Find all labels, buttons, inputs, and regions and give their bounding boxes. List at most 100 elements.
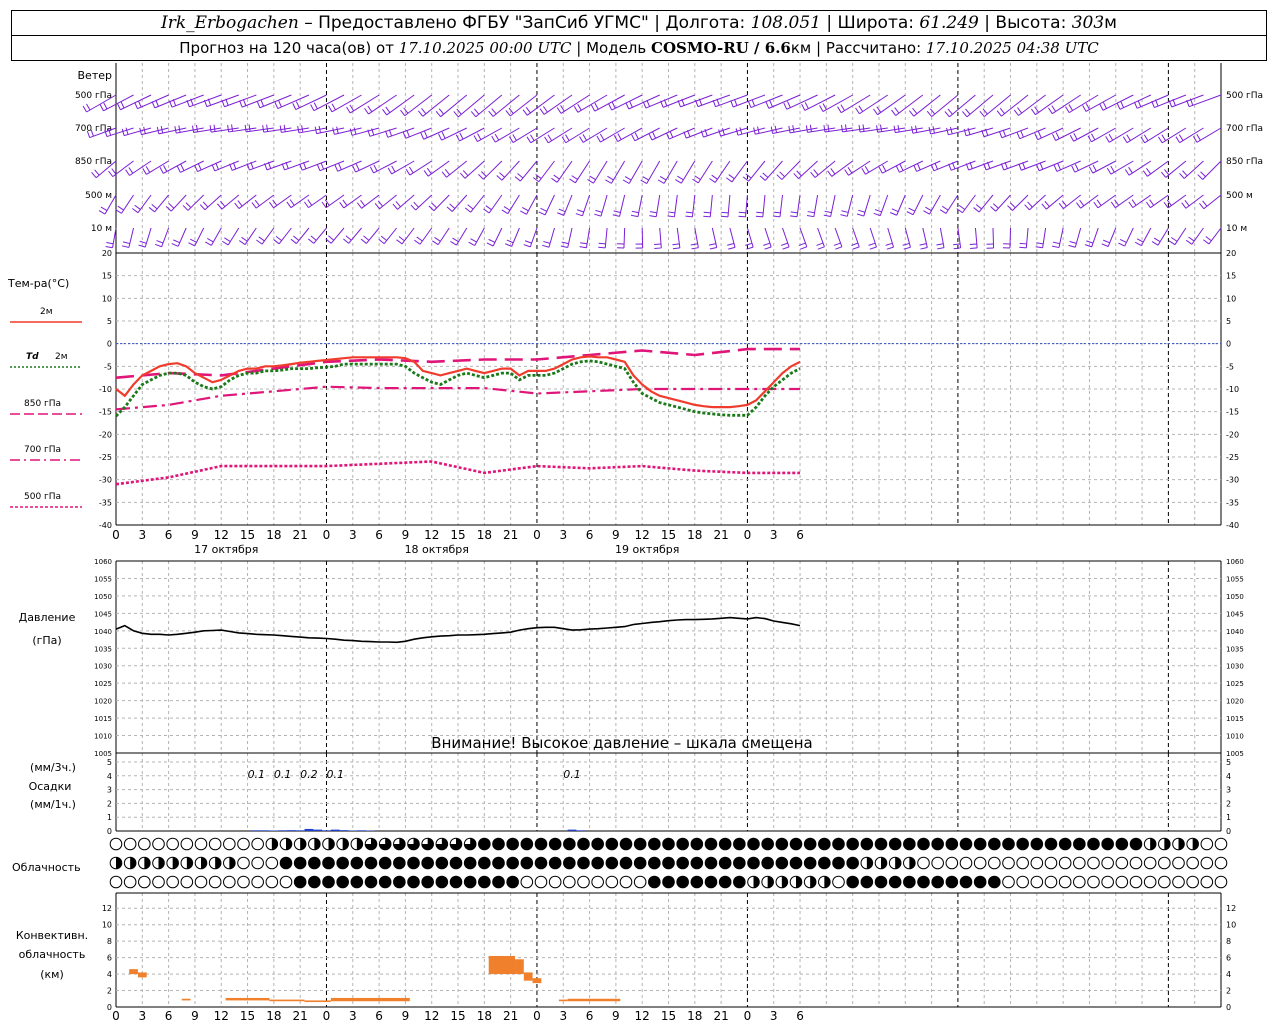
wind-barb-icon xyxy=(953,227,962,250)
conv-title-2: облачность xyxy=(19,948,86,961)
conv-tick-right: 2 xyxy=(1226,987,1231,996)
wind-barb-icon xyxy=(556,94,590,114)
wind-barb-icon xyxy=(1084,227,1099,248)
wind-barb-icon xyxy=(873,194,889,217)
wind-barb-staff xyxy=(957,227,962,248)
cloud-circle xyxy=(1030,856,1044,870)
wind-barb-icon xyxy=(653,227,662,249)
cloud-circle xyxy=(166,837,179,851)
wind-barb-feather xyxy=(100,206,108,212)
cloud-cover-circle-icon xyxy=(449,837,463,851)
wind-barb-feather xyxy=(844,169,849,176)
wind-barb-staff xyxy=(1052,94,1081,115)
wind-barb-feather xyxy=(858,209,866,213)
wind-barb-feather xyxy=(823,214,831,218)
cloud-circle xyxy=(1129,875,1143,889)
wind-barb-feather xyxy=(506,239,514,244)
cloud-circle xyxy=(1158,856,1171,870)
wind-barb-feather xyxy=(125,127,129,135)
wind-barb-feather xyxy=(998,131,1003,138)
wind-barb-feather xyxy=(307,199,313,206)
wind-barb-feather xyxy=(937,247,945,250)
wind-barb-icon xyxy=(868,227,877,250)
cloud-half-fill xyxy=(172,857,179,869)
pressure-tick-left: 1005 xyxy=(94,750,112,758)
hour-tick-label: 3 xyxy=(770,528,778,542)
conv-tick-right: 10 xyxy=(1226,921,1236,930)
cloud-cover-circle-icon xyxy=(973,875,987,889)
cloud-half-fill xyxy=(130,857,136,869)
wind-barb-staff xyxy=(1074,227,1082,248)
convective-bar xyxy=(558,999,568,1002)
cloud-circle xyxy=(534,875,548,889)
cloud-cover-circle-icon xyxy=(747,837,760,851)
cloud-cover-circle-icon xyxy=(265,837,279,851)
hour-tick-label: 18 xyxy=(687,528,702,542)
cloud-cover-circle-icon xyxy=(789,856,803,870)
cloud-circle xyxy=(208,875,222,889)
cloud-circle xyxy=(563,875,576,889)
conv-tick-left: 4 xyxy=(107,970,112,979)
wind-barb-feather xyxy=(446,206,453,212)
wind-barb-feather xyxy=(869,246,877,250)
wind-barb-staff xyxy=(492,227,503,247)
wind-barb-feather xyxy=(336,126,339,134)
wind-barb-staff xyxy=(379,194,397,210)
wind-barb-icon xyxy=(893,124,923,134)
wind-barb-feather xyxy=(111,168,117,175)
wind-barb-icon xyxy=(642,94,678,109)
cloud-cover-circle-icon xyxy=(662,837,675,851)
wind-barb-feather xyxy=(316,163,321,171)
wind-barb-feather xyxy=(858,124,861,133)
conv-unit: (км) xyxy=(40,968,64,981)
wind-barb-feather xyxy=(657,179,665,184)
wind-barb-icon xyxy=(1030,94,1064,116)
cloud-cover-circle-icon xyxy=(180,837,194,851)
wind-barb-staff xyxy=(1150,194,1169,209)
cloud-half-fill xyxy=(215,857,221,869)
cloud-cover-circle-icon xyxy=(293,856,307,870)
wind-barb-staff xyxy=(177,227,187,247)
cloud-circle xyxy=(308,856,321,870)
cloud-circle xyxy=(237,837,250,851)
cloud-cover-circle-icon xyxy=(279,875,293,889)
wind-barb-feather xyxy=(242,98,247,106)
precip-tick-left: 4 xyxy=(107,772,112,781)
wind-barb-feather xyxy=(1197,174,1204,180)
wind-barb-icon xyxy=(640,160,661,184)
wind-barb-feather xyxy=(163,165,168,172)
wind-barb-staff xyxy=(330,227,345,244)
wind-barb-feather xyxy=(227,124,230,133)
wind-barb-staff xyxy=(912,194,924,215)
wind-barb-staff xyxy=(1147,160,1169,177)
temp-tick-right: -25 xyxy=(1226,453,1239,462)
wind-barb-icon xyxy=(648,127,678,141)
wind-barb-icon xyxy=(488,94,520,117)
wind-barb-feather xyxy=(406,130,410,138)
wind-barb-feather xyxy=(1160,171,1167,178)
wind-barb-staff xyxy=(1042,227,1047,248)
wind-barb-icon xyxy=(139,126,169,136)
wind-barb-feather xyxy=(990,206,997,212)
cloud-circle xyxy=(747,856,760,870)
wind-barb-feather xyxy=(840,104,846,111)
cloud-cover-circle-icon xyxy=(704,875,718,889)
wind-barb-feather xyxy=(514,176,521,182)
cloud-cover-circle-icon xyxy=(563,837,576,851)
wind-barb-feather xyxy=(494,133,500,141)
cloud-half-fill xyxy=(356,838,363,850)
wind-barb-staff xyxy=(383,227,398,244)
wind-barb-feather xyxy=(911,126,914,134)
wind-barb-feather xyxy=(86,103,91,111)
wind-barb-feather xyxy=(120,101,125,109)
wind-barb-icon xyxy=(1134,227,1152,247)
wind-barb-feather xyxy=(1170,237,1178,242)
wind-barb-feather xyxy=(424,131,428,138)
precip-bar xyxy=(260,830,270,831)
wind-barb-feather xyxy=(873,108,878,116)
precip-amount-label: 0.1 xyxy=(248,768,266,781)
wind-barb-feather xyxy=(969,243,977,246)
wind-barb-feather xyxy=(1145,201,1151,208)
wind-barb-feather xyxy=(1163,201,1169,209)
cloud-circle xyxy=(1186,856,1199,870)
